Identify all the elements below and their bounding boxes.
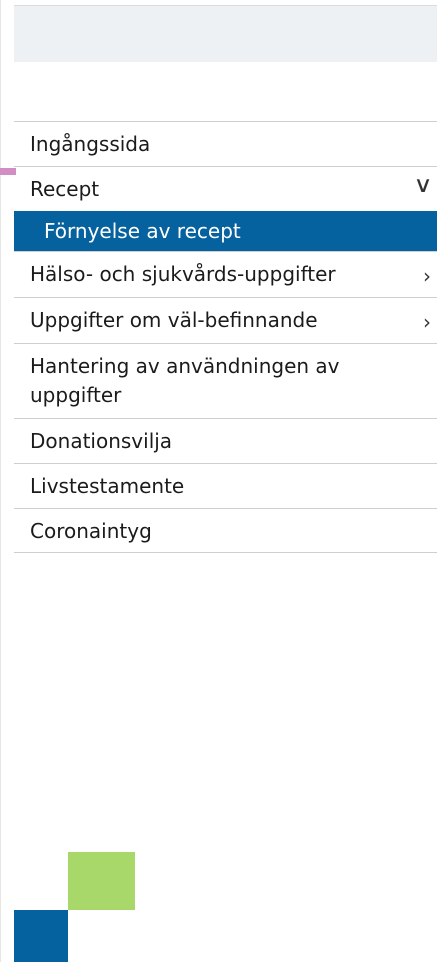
nav-item-label: Uppgifter om väl-befinnande xyxy=(30,308,318,332)
nav-item-label: Hantering av användningen av uppgifter xyxy=(30,354,340,407)
side-navigation: Ingångssida Recept ∨ Förnyelse av recept… xyxy=(14,121,437,553)
nav-item-label: Förnyelse av recept xyxy=(44,219,241,243)
left-border xyxy=(0,0,1,962)
nav-item-label: Coronaintyg xyxy=(30,519,152,543)
logo-green-square xyxy=(68,852,135,910)
nav-item-label: Donationsvilja xyxy=(30,429,173,453)
nav-item-halso-och-sjukvardsuppgifter[interactable]: Hälso- och sjukvårds-uppgifter › xyxy=(14,251,437,297)
header-band xyxy=(14,6,437,62)
nav-item-label: Recept xyxy=(30,177,100,201)
nav-item-fornyelse-av-recept[interactable]: Förnyelse av recept xyxy=(14,211,437,251)
nav-item-recept[interactable]: Recept ∨ xyxy=(14,166,437,211)
nav-item-donationsvilja[interactable]: Donationsvilja xyxy=(14,418,437,463)
chevron-down-icon[interactable]: ∨ xyxy=(413,171,432,200)
nav-item-label: Hälso- och sjukvårds-uppgifter xyxy=(30,262,336,286)
logo-blue-square xyxy=(14,910,68,962)
chevron-right-icon[interactable]: › xyxy=(423,262,431,291)
nav-item-label: Livstestamente xyxy=(30,474,185,498)
nav-item-label: Ingångssida xyxy=(30,132,151,156)
chevron-right-icon[interactable]: › xyxy=(423,308,431,337)
nav-item-livstestamente[interactable]: Livstestamente xyxy=(14,463,437,508)
nav-item-hantering-av-anvandningen[interactable]: Hantering av användningen av uppgifter xyxy=(14,343,437,418)
nav-item-coronaintyg[interactable]: Coronaintyg xyxy=(14,508,437,553)
nav-item-uppgifter-om-valbefinnande[interactable]: Uppgifter om väl-befinnande › xyxy=(14,297,437,343)
nav-item-ingangssida[interactable]: Ingångssida xyxy=(14,121,437,166)
